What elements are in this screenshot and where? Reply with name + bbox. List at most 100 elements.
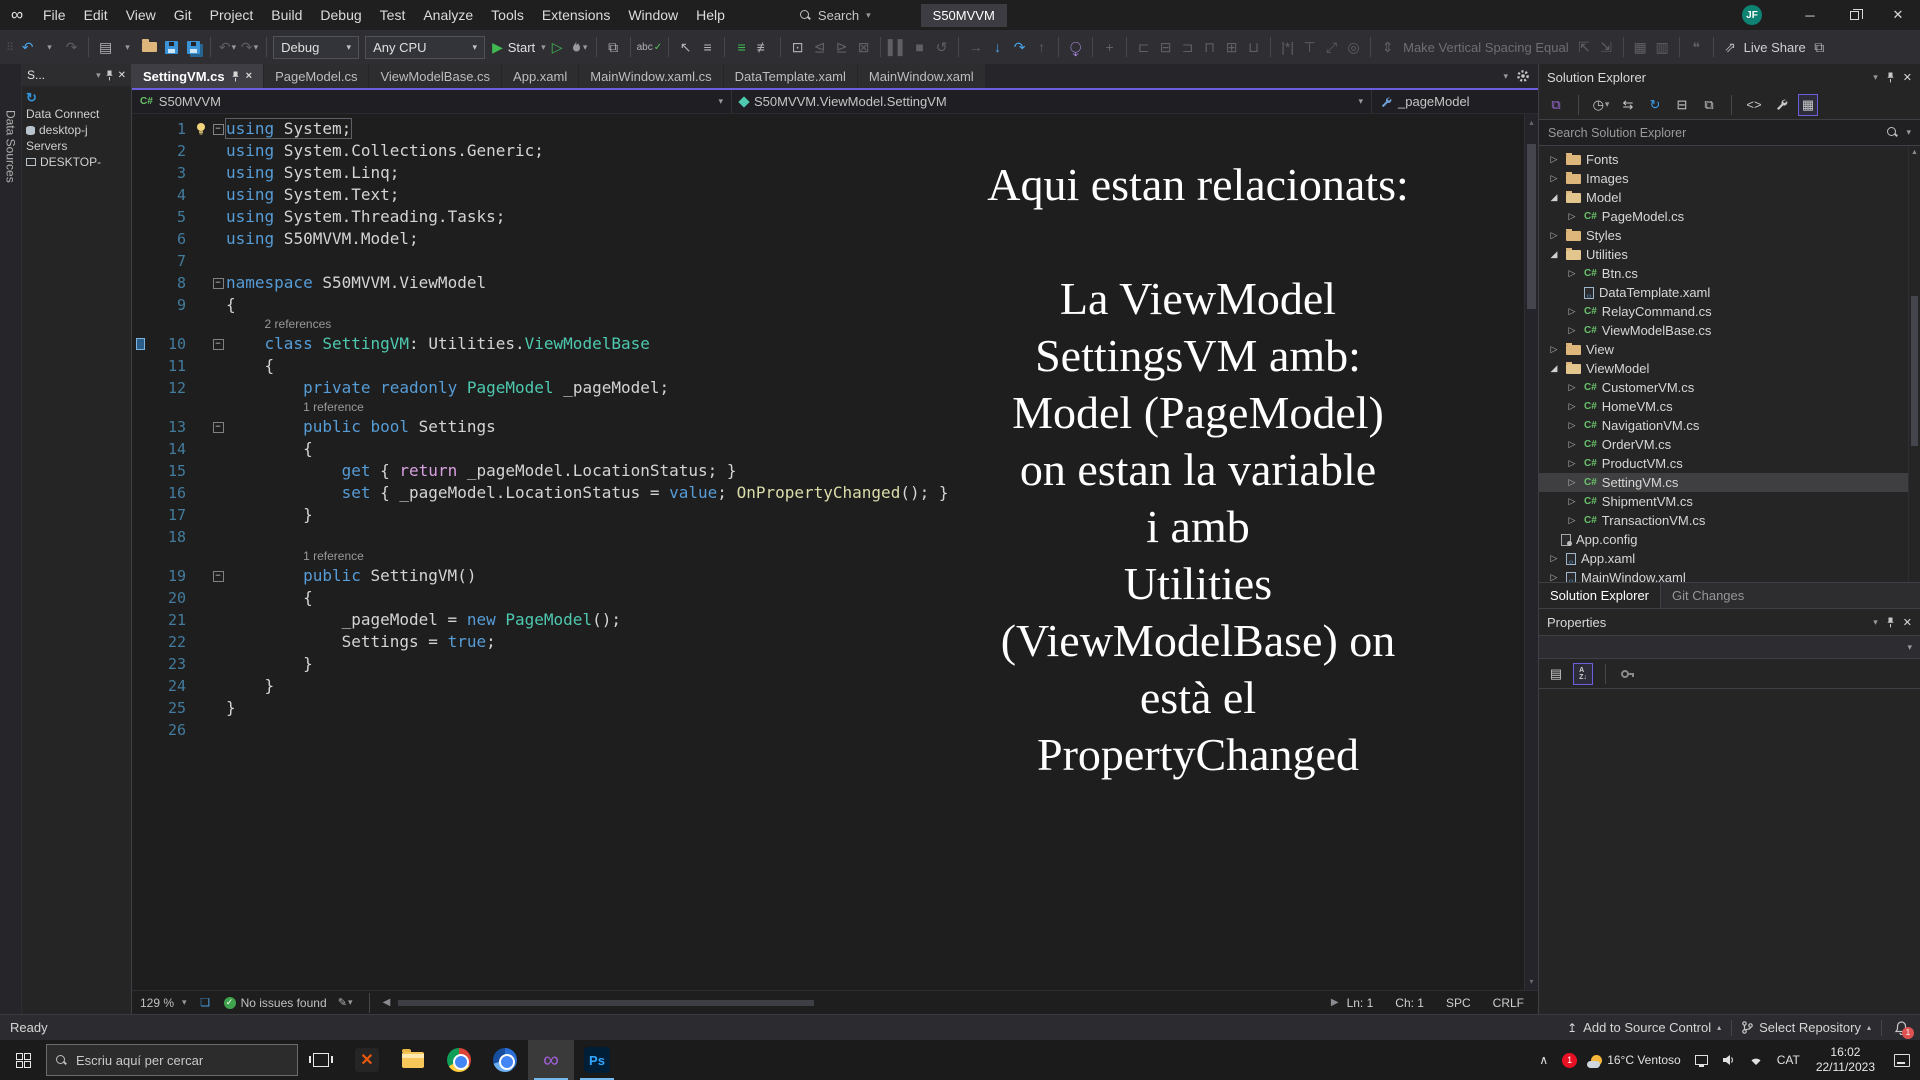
line-number[interactable]: 15 [148,460,192,482]
document-tab-pagemodel-cs[interactable]: PageModel.cs [264,64,370,88]
title-search[interactable]: Search ▾ [790,4,881,26]
tree-item-viewmodel[interactable]: ◢ ViewModel [1539,359,1920,378]
hot-reload-icon[interactable]: ▾ [569,35,590,59]
menu-test[interactable]: Test [371,0,415,30]
expander-collapsed-icon[interactable]: ▷ [1565,496,1579,507]
align-tops-icon[interactable]: ⊓ [1199,35,1220,59]
expander-collapsed-icon[interactable]: ▷ [1547,572,1561,582]
close-icon[interactable]: ✕ [1903,71,1912,84]
line-number[interactable]: 21 [148,609,192,631]
hidden-icons-chevron[interactable]: ∧ [1532,1040,1555,1080]
fold-collapse-icon[interactable]: − [212,338,224,350]
view-code-icon[interactable]: <> [1744,94,1764,116]
line-number[interactable]: 18 [148,526,192,548]
scroll-up-icon[interactable]: ▴ [1525,118,1538,127]
expander-collapsed-icon[interactable]: ▷ [1565,306,1579,317]
properties-pages-icon[interactable]: ⧉ [1699,94,1719,116]
navigate-back-icon[interactable]: ↶ [17,35,38,59]
expander-collapsed-icon[interactable]: ▷ [1565,211,1579,222]
clock[interactable]: 16:02 22/11/2023 [1807,1045,1884,1075]
tree-item-settingvm-cs[interactable]: ▷ C# SettingVM.cs [1539,473,1920,492]
close-icon[interactable]: ✕ [118,70,126,81]
uncomment-icon[interactable]: ≢ [753,35,774,59]
document-tab-mainwindow-xaml[interactable]: MainWindow.xaml [857,64,986,88]
space-indicator[interactable]: SPC [1446,996,1471,1010]
open-file-icon[interactable] [139,35,160,59]
expander-expanded-icon[interactable]: ◢ [1547,192,1561,203]
find-in-files-icon[interactable]: ⧉ [603,35,624,59]
server-explorer-item-desktopj[interactable]: desktop-j [22,122,131,138]
line-number[interactable]: 9 [148,294,192,316]
toggle-bookmark-icon[interactable]: ⊡ [787,35,808,59]
server-explorer-item-dataconnect[interactable]: Data Connect [22,106,131,122]
action-center-icon[interactable] [1894,1053,1910,1067]
server-explorer-item-servers[interactable]: Servers [22,138,131,154]
scroll-down-icon[interactable]: ▾ [1525,977,1538,986]
step-into-icon[interactable]: ↓ [987,35,1008,59]
tree-item-viewmodelbase-cs[interactable]: ▷ C# ViewModelBase.cs [1539,321,1920,340]
expander-collapsed-icon[interactable]: ▷ [1565,477,1579,488]
menu-debug[interactable]: Debug [311,0,370,30]
line-number[interactable]: 19 [148,565,192,587]
lightbulb-icon[interactable] [195,122,207,136]
clear-bookmarks-icon[interactable]: ⊠ [853,35,874,59]
restart-icon[interactable]: ↺ [931,35,952,59]
server-explorer-item-desktop[interactable]: DESKTOP- [22,154,131,170]
new-project-icon[interactable]: ▤ [95,35,116,59]
menu-build[interactable]: Build [262,0,311,30]
property-pages-key-icon[interactable] [1618,663,1638,685]
line-number[interactable]: 16 [148,482,192,504]
fold-collapse-icon[interactable]: − [212,123,224,135]
table-icon[interactable]: ▥ [1652,35,1673,59]
taskbar-search-box[interactable]: Escriu aquí per cercar [46,1044,298,1076]
navigate-back-caret[interactable]: ▾ [39,35,60,59]
vertical-spacing-icon[interactable]: ⇕ [1377,35,1398,59]
scroll-right-icon[interactable]: ▶ [1331,997,1339,1008]
app-x-button[interactable]: ✕ [344,1040,390,1080]
comment-icon[interactable]: ≡ [731,35,752,59]
browser-2-button[interactable] [482,1040,528,1080]
tree-item-pagemodel-cs[interactable]: ▷ C# PageModel.cs [1539,207,1920,226]
live-share-icon[interactable]: ⇗ [1720,35,1741,59]
close-button[interactable]: ✕ [1876,0,1920,30]
solution-search-box[interactable]: Search Solution Explorer ▾ [1539,120,1920,146]
line-ending-indicator[interactable]: CRLF [1493,996,1524,1010]
start-debug-button[interactable]: ▶ Start ▾ [492,35,546,59]
avatar[interactable]: JF [1742,5,1762,25]
start-button[interactable] [0,1040,46,1080]
tree-item-ordervm-cs[interactable]: ▷ C# OrderVM.cs [1539,435,1920,454]
scroll-up-icon[interactable]: ▲ [1909,149,1920,156]
network-tray-icon[interactable] [1742,1040,1770,1080]
tab-solution-explorer[interactable]: Solution Explorer [1539,583,1661,608]
tray-notification-badge[interactable]: 1 [1555,1040,1584,1080]
next-bookmark-icon[interactable]: ⊵ [831,35,852,59]
code-editor[interactable]: 1− using System; 2 using System.Collections… [132,114,1524,990]
tree-item-styles[interactable]: ▷ Styles [1539,226,1920,245]
refresh-icon[interactable]: ↻ [1645,94,1665,116]
document-tab-mainwindow-xaml-cs[interactable]: MainWindow.xaml.cs [579,64,724,88]
line-number[interactable]: 2 [148,140,192,162]
align-centers-icon[interactable]: ⊟ [1155,35,1176,59]
task-view-button[interactable] [298,1040,344,1080]
expander-collapsed-icon[interactable]: ▷ [1565,515,1579,526]
line-number[interactable]: 14 [148,438,192,460]
expander-collapsed-icon[interactable]: ▷ [1547,173,1561,184]
menu-project[interactable]: Project [201,0,263,30]
tree-item-model[interactable]: ◢ Model [1539,188,1920,207]
increase-spacing-icon[interactable]: ⇱ [1574,35,1595,59]
line-number[interactable]: 26 [148,719,192,741]
solution-configuration-dropdown[interactable]: Debug ▾ [273,35,360,59]
previous-bookmark-icon[interactable]: ⊴ [809,35,830,59]
codelens-references[interactable]: 1 reference [226,548,364,565]
menu-git[interactable]: Git [165,0,201,30]
visual-studio-taskbar-button[interactable]: ∞ [528,1040,574,1080]
spell-check-icon[interactable]: abc ✓ [637,35,663,59]
align-lefts-icon[interactable]: ⊏ [1133,35,1154,59]
expander-collapsed-icon[interactable]: ▷ [1565,268,1579,279]
pin-icon[interactable] [105,70,114,81]
restore-button[interactable] [1832,0,1876,30]
line-number[interactable]: 11 [148,355,192,377]
save-all-icon[interactable] [183,35,204,59]
line-number[interactable]: 8 [148,272,192,294]
tree-item-btn-cs[interactable]: ▷ C# Btn.cs [1539,264,1920,283]
